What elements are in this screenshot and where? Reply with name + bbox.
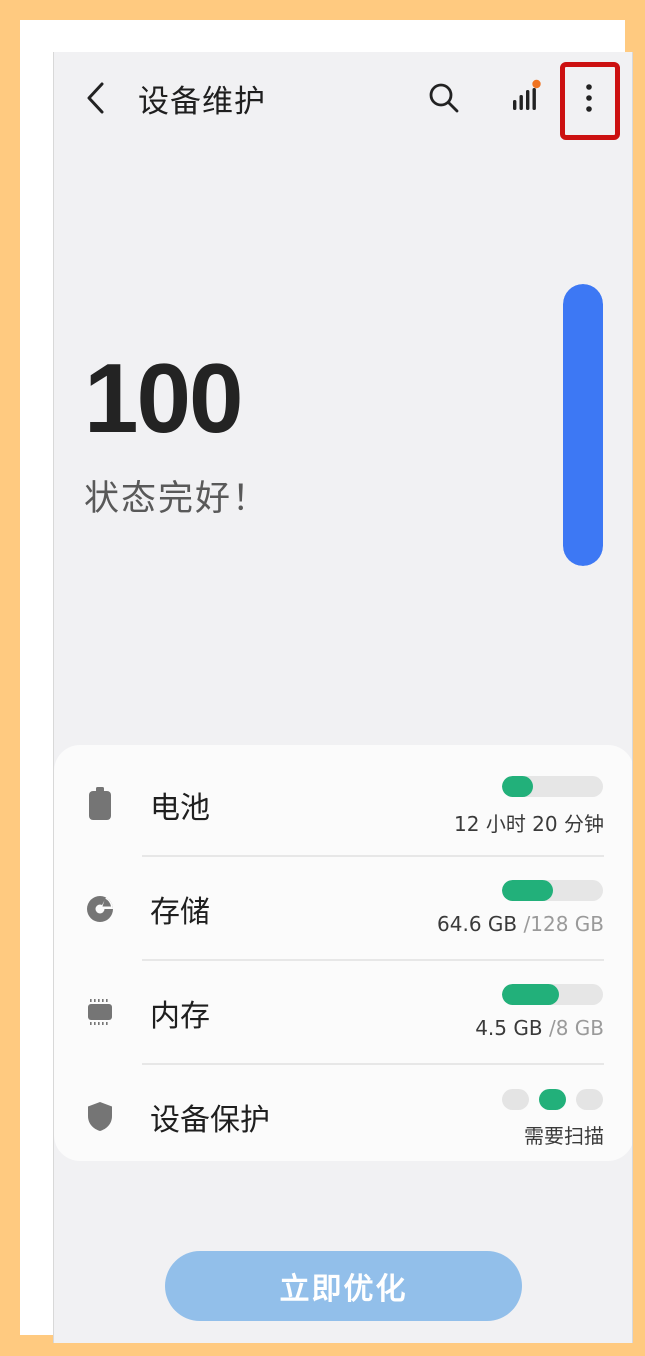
battery-meter <box>502 776 603 797</box>
device-protection-value: 需要扫描 <box>524 1124 604 1148</box>
page-title: 设备维护 <box>138 84 266 120</box>
signal-button[interactable] <box>508 78 544 114</box>
status-card: 电池 12 小时 20 分钟 存储 64.6 GB /128 GB 内存 4.5… <box>54 745 632 1161</box>
indicator-dot <box>576 1089 603 1110</box>
optimize-now-button[interactable]: 立即优化 <box>165 1251 522 1321</box>
back-button[interactable] <box>82 80 112 116</box>
memory-total: /8 GB <box>548 1016 604 1040</box>
battery-row[interactable]: 电池 12 小时 20 分钟 <box>54 753 632 857</box>
memory-chip-icon <box>88 999 112 1025</box>
device-protection-row[interactable]: 设备保护 需要扫描 <box>54 1065 632 1169</box>
protection-indicator <box>502 1089 603 1110</box>
battery-label: 电池 <box>150 791 210 826</box>
memory-used: 4.5 GB <box>475 1016 549 1040</box>
storage-row[interactable]: 存储 64.6 GB /128 GB <box>54 857 632 961</box>
memory-meter-fill <box>502 984 559 1005</box>
score-bar <box>563 284 603 566</box>
signal-bars-icon <box>513 79 541 110</box>
battery-value: 12 小时 20 分钟 <box>454 808 604 837</box>
score-value: 100 <box>84 343 244 453</box>
more-options-button[interactable] <box>574 74 604 122</box>
storage-label: 存储 <box>150 895 210 930</box>
battery-time: 12 小时 20 分钟 <box>454 812 604 836</box>
chevron-left-icon <box>87 82 104 114</box>
indicator-dot <box>502 1089 529 1110</box>
search-icon <box>429 83 459 113</box>
device-care-screen: 设备维护 100 状态完好！ 电池 12 小时 20 分钟 存储 64.6 GB… <box>53 52 633 1343</box>
screenshot-frame: 设备维护 100 状态完好！ 电池 12 小时 20 分钟 存储 64.6 GB… <box>20 20 633 1343</box>
memory-label: 内存 <box>150 999 210 1034</box>
battery-meter-fill <box>502 776 534 797</box>
indicator-dot <box>539 1089 566 1110</box>
search-button[interactable] <box>426 80 462 116</box>
storage-used: 64.6 GB <box>437 912 524 936</box>
score-bar-fill <box>563 284 603 566</box>
memory-value: 4.5 GB /8 GB <box>475 1016 604 1040</box>
device-protection-label: 设备保护 <box>150 1103 270 1138</box>
storage-meter <box>502 880 603 901</box>
memory-row[interactable]: 内存 4.5 GB /8 GB <box>54 961 632 1065</box>
battery-icon <box>89 787 111 820</box>
status-text: 状态完好！ <box>84 479 270 519</box>
shield-icon <box>88 1102 112 1131</box>
storage-value: 64.6 GB /128 GB <box>437 912 604 936</box>
notification-dot <box>532 79 541 89</box>
memory-meter <box>502 984 603 1005</box>
storage-pie-icon <box>87 896 113 922</box>
storage-meter-fill <box>502 880 553 901</box>
more-vertical-icon <box>586 84 592 112</box>
storage-total: /128 GB <box>523 912 605 936</box>
